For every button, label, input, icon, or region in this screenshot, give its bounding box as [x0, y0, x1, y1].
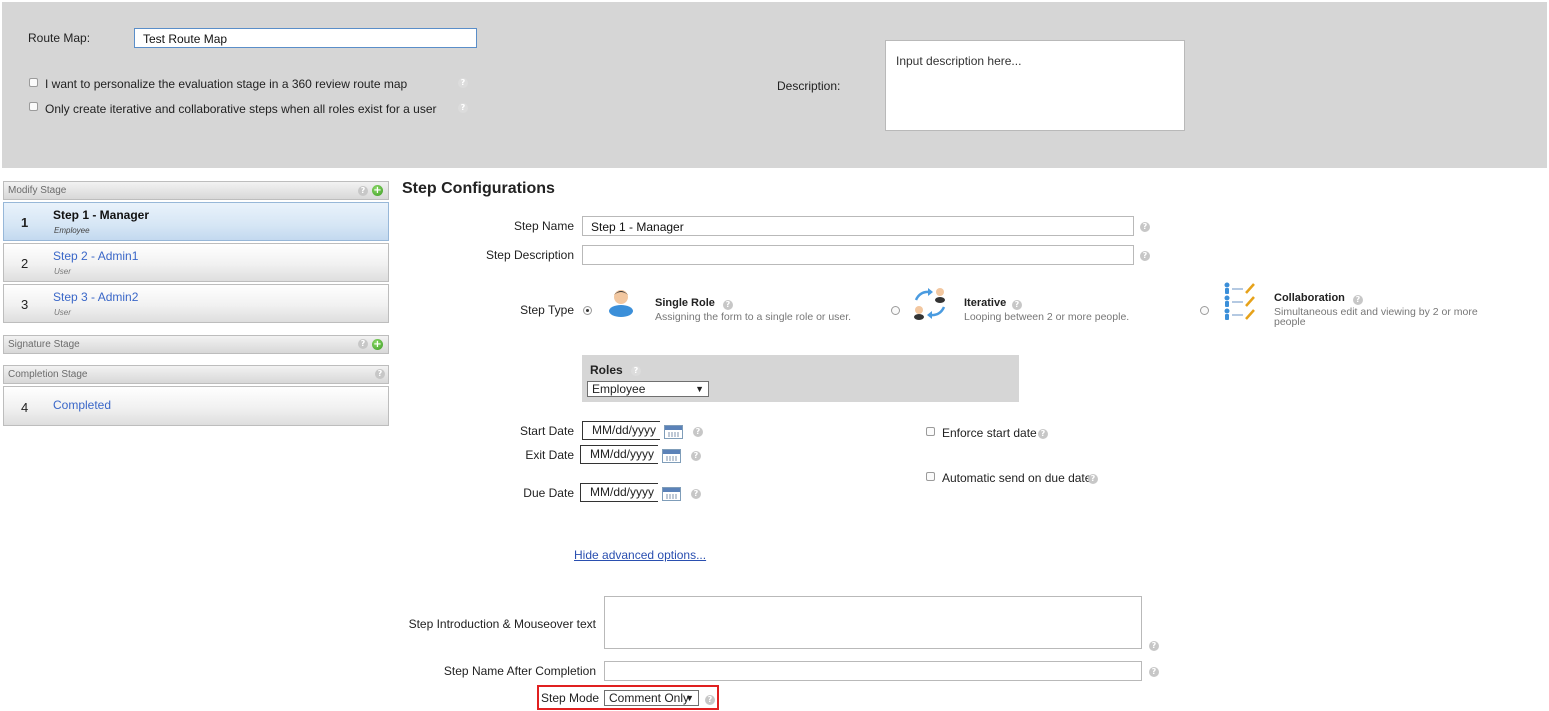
single-role-radio[interactable]	[583, 306, 592, 315]
step-configurations-title: Step Configurations	[402, 180, 555, 197]
step-list-item-2[interactable]: 2 Step 2 - Admin1 User	[3, 243, 389, 282]
personalize-help-icon[interactable]: ?	[458, 78, 468, 88]
signature-stage-title: Signature Stage	[8, 339, 80, 350]
iterative-roles-checkbox[interactable]	[29, 102, 38, 111]
iterative-arrows-icon	[914, 288, 946, 320]
iterative-description: Looping between 2 or more people.	[964, 311, 1130, 323]
step-name-after-completion-input[interactable]	[604, 661, 1142, 681]
step-number: 1	[21, 215, 29, 230]
step-introduction-textarea[interactable]	[604, 596, 1142, 649]
start-date-label: Start Date	[519, 424, 574, 438]
collaboration-title: Collaboration	[1274, 292, 1345, 304]
step-description-help-icon[interactable]: ?	[1140, 251, 1150, 261]
step-type-label: Step Type	[520, 303, 574, 317]
exit-date-help-icon[interactable]: ?	[691, 451, 701, 461]
description-label: Description:	[777, 79, 841, 93]
iterative-radio[interactable]	[891, 306, 900, 315]
description-textarea[interactable]: Input description here...	[885, 40, 1185, 131]
add-signature-step-icon[interactable]: +	[372, 339, 383, 350]
collaboration-description: Simultaneous edit and viewing by 2 or mo…	[1274, 306, 1478, 328]
iterative-roles-label: Only create iterative and collaborative …	[45, 102, 437, 116]
due-date-label: Due Date	[523, 486, 574, 500]
single-role-description: Assigning the form to a single role or u…	[655, 311, 852, 323]
due-date-help-icon[interactable]: ?	[691, 489, 701, 499]
collaboration-people-icon	[1224, 282, 1255, 320]
automatic-send-label: Automatic send on due date	[942, 471, 1092, 485]
step-role: User	[54, 308, 71, 317]
iterative-roles-help-icon[interactable]: ?	[458, 103, 468, 113]
step-name-input[interactable]: Step 1 - Manager	[582, 216, 1134, 236]
step-role: User	[54, 267, 71, 276]
signature-stage-help-icon[interactable]: ?	[358, 339, 368, 349]
enforce-start-date-help-icon[interactable]: ?	[1038, 429, 1048, 439]
exit-date-calendar-icon[interactable]	[662, 449, 681, 463]
automatic-send-checkbox[interactable]	[926, 472, 935, 481]
step-mode-select[interactable]: Comment Only ▼	[604, 690, 699, 706]
step-description-input[interactable]	[582, 245, 1134, 265]
step-mode-help-icon[interactable]: ?	[705, 695, 715, 705]
step-name: Completed	[53, 398, 112, 412]
roles-help-icon[interactable]: ?	[631, 366, 641, 376]
automatic-send-help-icon[interactable]: ?	[1088, 474, 1098, 484]
single-role-help-icon[interactable]: ?	[723, 300, 733, 310]
iterative-help-icon[interactable]: ?	[1012, 300, 1022, 310]
completion-stage-title: Completion Stage	[8, 369, 88, 380]
collaboration-help-icon[interactable]: ?	[1353, 295, 1363, 305]
step-description-label: Step Description	[485, 248, 574, 262]
step-list-item-completed[interactable]: 4 Completed	[3, 386, 389, 426]
roles-label: Roles	[590, 363, 623, 377]
modify-stage-title: Modify Stage	[8, 185, 67, 196]
step-number: 2	[21, 256, 29, 271]
step-mode-label: Step Mode	[541, 691, 600, 705]
start-date-calendar-icon[interactable]	[664, 425, 683, 439]
step-number: 4	[21, 400, 29, 415]
personalize-360-checkbox[interactable]	[29, 78, 38, 87]
dropdown-arrow-icon: ▼	[685, 693, 694, 703]
step-introduction-help-icon[interactable]: ?	[1149, 641, 1159, 651]
single-role-person-icon	[609, 290, 633, 317]
step-list-item-1[interactable]: 1 Step 1 - Manager Employee	[3, 202, 389, 241]
completion-stage-help-icon[interactable]: ?	[375, 369, 385, 379]
step-name-help-icon[interactable]: ?	[1140, 222, 1150, 232]
enforce-start-date-label: Enforce start date	[942, 426, 1037, 440]
hide-advanced-options-link[interactable]: Hide advanced options...	[574, 548, 706, 562]
due-date-calendar-icon[interactable]	[662, 487, 681, 501]
step-name-after-completion-label: Step Name After Completion	[443, 664, 596, 678]
enforce-start-date-checkbox[interactable]	[926, 427, 935, 436]
modify-stage-header: Modify Stage	[3, 181, 389, 200]
step-introduction-label: Step Introduction & Mouseover text	[408, 617, 596, 631]
step-name-after-completion-help-icon[interactable]: ?	[1149, 667, 1159, 677]
single-role-title: Single Role	[655, 297, 715, 309]
step-name-label: Step Name	[513, 219, 574, 233]
step-name: Step 1 - Manager	[53, 208, 150, 222]
modify-stage-help-icon[interactable]: ?	[358, 186, 368, 196]
step-name: Step 2 - Admin1	[53, 249, 139, 263]
roles-select[interactable]: Employee ▼	[587, 381, 709, 397]
step-number: 3	[21, 297, 29, 312]
personalize-360-label: I want to personalize the evaluation sta…	[45, 77, 408, 91]
add-step-icon[interactable]: +	[372, 185, 383, 196]
step-list-item-3[interactable]: 3 Step 3 - Admin2 User	[3, 284, 389, 323]
step-mode-selected-value: Comment Only	[609, 691, 690, 705]
route-map-label: Route Map:	[28, 31, 91, 45]
exit-date-label: Exit Date	[525, 448, 574, 462]
route-map-name-input[interactable]: Test Route Map	[134, 28, 477, 48]
dropdown-arrow-icon: ▼	[695, 384, 704, 394]
signature-stage-header: Signature Stage	[3, 335, 389, 354]
iterative-title: Iterative	[964, 297, 1007, 309]
exit-date-input[interactable]: MM/dd/yyyy	[580, 445, 658, 464]
due-date-input[interactable]: MM/dd/yyyy	[580, 483, 658, 502]
start-date-help-icon[interactable]: ?	[693, 427, 703, 437]
start-date-input[interactable]: MM/dd/yyyy	[582, 421, 660, 440]
collaboration-radio[interactable]	[1200, 306, 1209, 315]
step-role: Employee	[54, 226, 90, 235]
completion-stage-header: Completion Stage	[3, 365, 389, 384]
roles-selected-value: Employee	[592, 382, 646, 396]
step-name: Step 3 - Admin2	[53, 290, 139, 304]
